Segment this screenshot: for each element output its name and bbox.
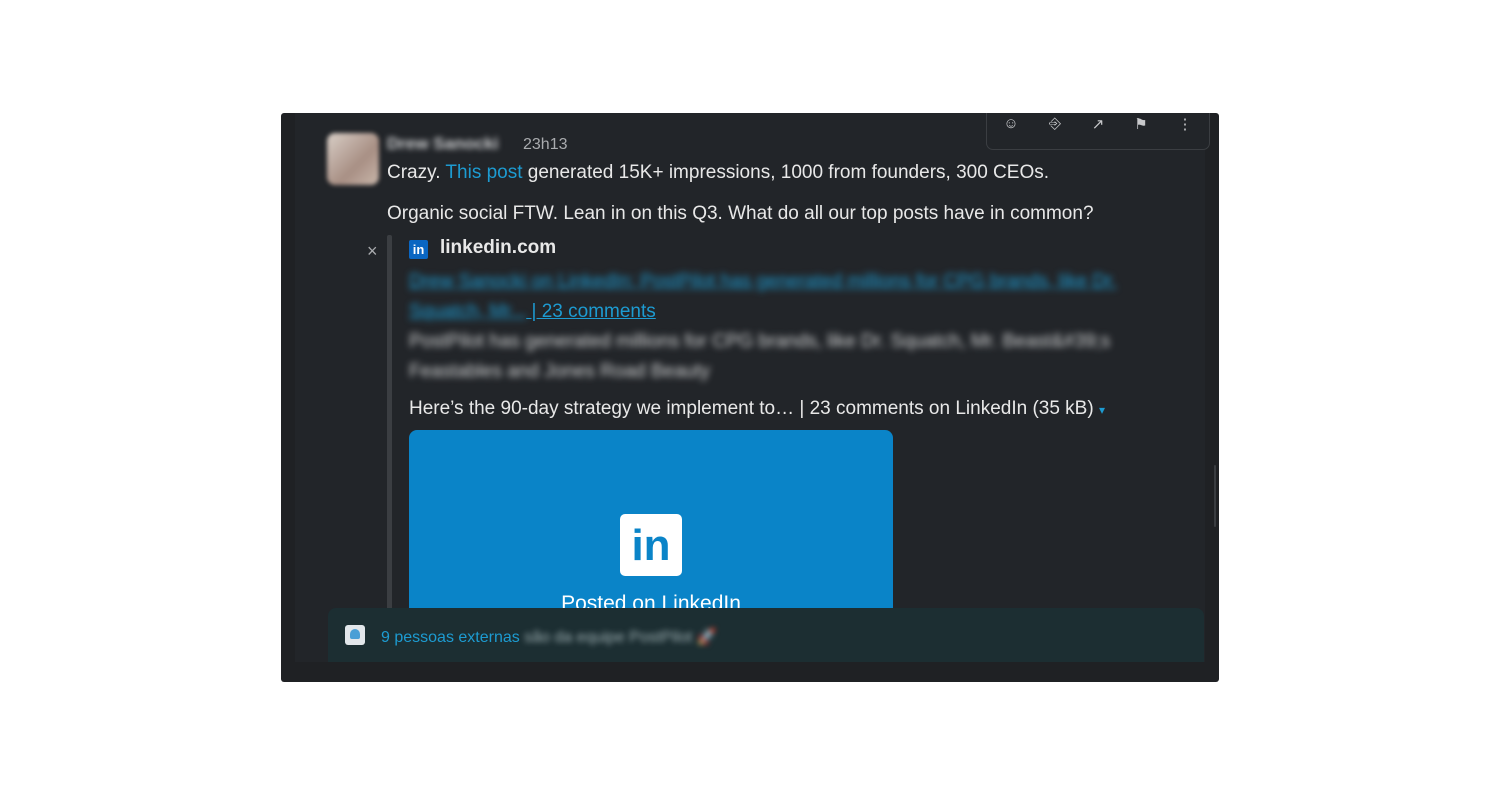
message-area: Drew Sanocki 23h13 ☺ ⎆ ↗ ⚑ ⋮ Crazy. This… <box>295 113 1216 662</box>
external-rest: são da equipe PostPilot 🚀 <box>519 629 717 646</box>
external-count[interactable]: 9 pessoas externas <box>381 629 520 646</box>
timestamp[interactable]: 23h13 <box>523 136 568 154</box>
linkedin-icon: in <box>409 240 428 259</box>
file-line-text: Here’s the 90-day strategy we implement … <box>409 398 1094 419</box>
linkedin-logo-icon: in <box>620 514 682 576</box>
message-line-2: Organic social FTW. Lean in on this Q3. … <box>387 203 1094 224</box>
attachment-title-blurred[interactable]: Drew Sanocki on LinkedIn: PostPilot has … <box>409 271 1117 322</box>
attachment-file-line: Here’s the 90-day strategy we implement … <box>409 398 1105 420</box>
message-text: Crazy. <box>387 162 446 183</box>
external-people-banner[interactable]: 9 pessoas externas são da equipe PostPil… <box>328 608 1204 662</box>
avatar[interactable] <box>327 133 379 185</box>
reply-icon[interactable]: ⎆ <box>1044 115 1066 133</box>
this-post-link[interactable]: This post <box>445 162 522 183</box>
attachment-site: linkedin.com <box>440 237 557 258</box>
attachment-bar <box>387 235 392 610</box>
author-name[interactable]: Drew Sanocki <box>387 134 499 154</box>
message-actions-toolbar: ☺ ⎆ ↗ ⚑ ⋮ <box>986 113 1210 150</box>
attachment-description: PostPilot has generated millions for CPG… <box>409 331 1111 382</box>
more-icon[interactable]: ⋮ <box>1174 115 1196 133</box>
external-org-icon <box>345 625 365 645</box>
external-people-text[interactable]: 9 pessoas externas são da equipe PostPil… <box>381 627 717 647</box>
message-text: generated 15K+ impressions, 1000 from fo… <box>522 162 1050 183</box>
bookmark-icon[interactable]: ⚑ <box>1130 115 1152 133</box>
chevron-down-icon[interactable]: ▾ <box>1099 403 1105 417</box>
scrollbar[interactable] <box>1214 465 1216 527</box>
emoji-icon[interactable]: ☺ <box>1000 115 1022 133</box>
message-line-1: Crazy. This post generated 15K+ impressi… <box>387 162 1049 184</box>
attachment-title-comments[interactable]: | 23 comments <box>526 301 656 322</box>
attachment-title-link[interactable]: Drew Sanocki on LinkedIn: PostPilot has … <box>409 267 1169 327</box>
share-icon[interactable]: ↗ <box>1087 115 1109 133</box>
close-icon[interactable]: × <box>367 241 378 262</box>
linkedin-preview-image[interactable]: in Posted on LinkedIn <box>409 430 893 630</box>
message-panel: Drew Sanocki 23h13 ☺ ⎆ ↗ ⚑ ⋮ Crazy. This… <box>281 113 1219 682</box>
